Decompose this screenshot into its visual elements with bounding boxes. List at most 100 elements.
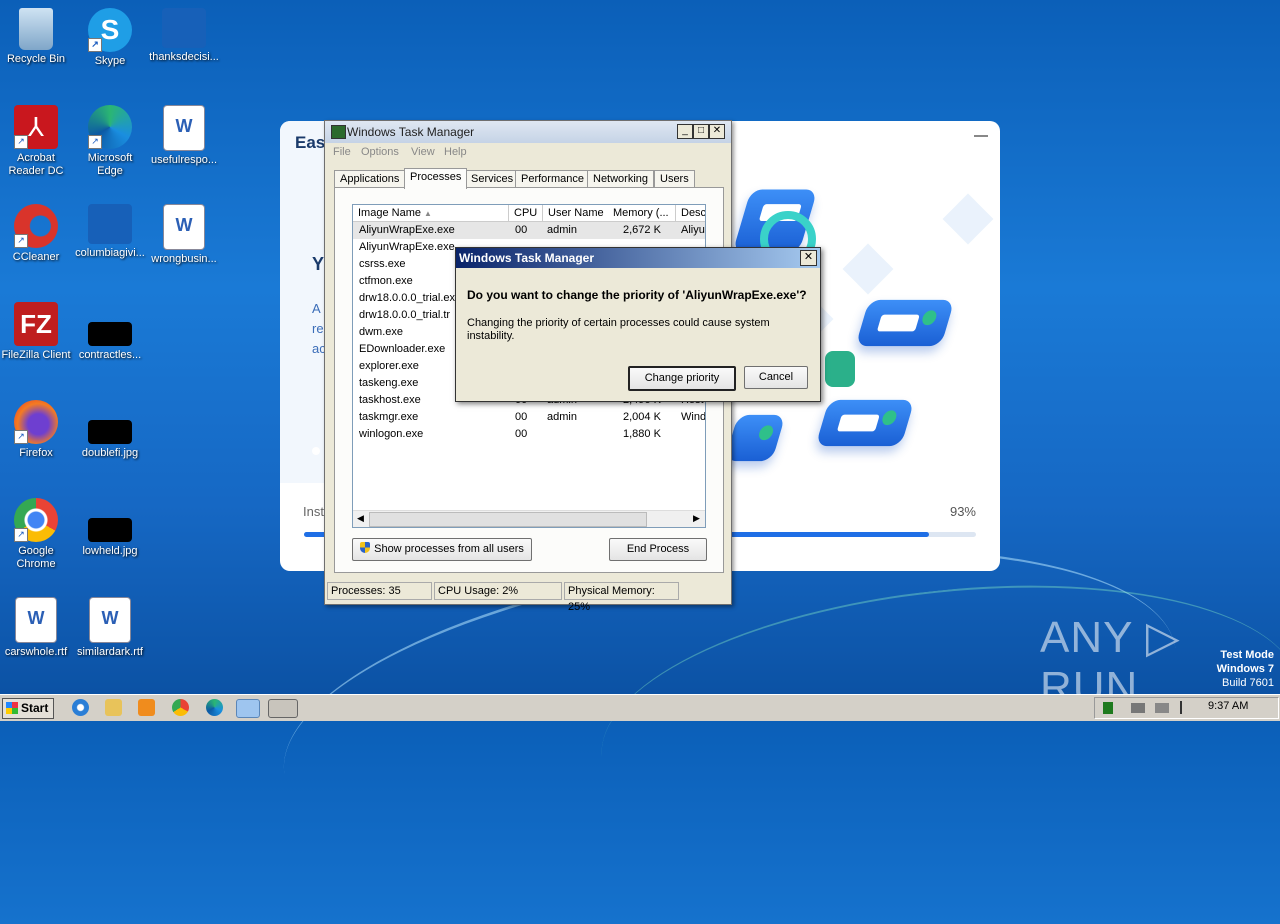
- task-manager-titlebar[interactable]: Windows Task Manager _ □ ✕: [325, 121, 731, 143]
- tab-networking[interactable]: Networking: [587, 170, 655, 188]
- cell-mem: 2,004 K: [623, 411, 661, 423]
- cell-name: AliyunWrapExe.exe: [359, 224, 455, 236]
- desktop-icon-recycle-bin[interactable]: Recycle Bin: [0, 8, 72, 66]
- desktop-icon-filezilla[interactable]: FZ FileZilla Client: [0, 302, 72, 362]
- tab-users[interactable]: Users: [654, 170, 695, 188]
- status-bar: Processes: 35 CPU Usage: 2% Physical Mem…: [327, 582, 727, 613]
- menu-view[interactable]: View: [411, 146, 435, 158]
- illustration-tile: [724, 414, 786, 462]
- tab-applications[interactable]: Applications: [334, 170, 406, 188]
- cell-name: ctfmon.exe: [359, 275, 413, 287]
- cancel-button[interactable]: Cancel: [744, 366, 808, 389]
- test-mode-text: Test Mode Windows 7 Build 7601: [1216, 649, 1274, 689]
- desktop-icon-contractles[interactable]: contractles...: [74, 302, 146, 362]
- acrobat-icon: ⅄ ↗: [14, 105, 58, 149]
- cell-user: admin: [547, 411, 577, 423]
- cell-mem: 1,880 K: [623, 428, 661, 440]
- desktop-icon-columbiagivi[interactable]: columbiagivi...: [74, 204, 146, 260]
- cell-name: AliyunWrapExe.exe: [359, 241, 455, 253]
- desktop-icon-skype[interactable]: S ↗ Skype: [74, 8, 146, 68]
- skype-icon: S ↗: [88, 8, 132, 52]
- table-row[interactable]: taskmgr.exe 00 admin 2,004 K Wind: [353, 409, 705, 426]
- taskbar: Start 9:37 AM: [0, 694, 1280, 721]
- image-file-icon: [88, 420, 132, 444]
- desktop-icon-wrongbusin[interactable]: W wrongbusin...: [148, 204, 220, 266]
- tray-app-icon[interactable]: [1103, 702, 1113, 714]
- desktop-icon-similardark[interactable]: W similardark.rtf: [74, 597, 146, 659]
- column-memory[interactable]: Memory (...: [608, 205, 676, 222]
- chrome-icon: ↗: [14, 498, 58, 542]
- tab-services[interactable]: Services: [465, 170, 520, 188]
- column-image-name[interactable]: Image Name ▲: [353, 205, 509, 222]
- image-file-icon: [88, 518, 132, 542]
- shortcut-arrow-icon: ↗: [14, 528, 28, 542]
- table-row[interactable]: AliyunWrapExe.exe 00 admin 2,672 K Aliyu: [353, 222, 705, 239]
- action-center-flag-icon[interactable]: [1180, 701, 1194, 714]
- desktop-icon-chrome[interactable]: ↗ Google Chrome: [0, 498, 72, 571]
- desktop-icon-carswhole[interactable]: W carswhole.rtf: [0, 597, 72, 659]
- column-user-name[interactable]: User Name: [543, 205, 609, 222]
- task-manager-taskbar-icon[interactable]: [268, 699, 298, 718]
- tab-processes[interactable]: Processes: [404, 168, 468, 189]
- start-button[interactable]: Start: [2, 698, 54, 719]
- desktop-icon-ccleaner[interactable]: ↗ CCleaner: [0, 204, 72, 264]
- scroll-right-icon[interactable]: ▶: [693, 513, 700, 524]
- desktop-icon-thanksdecisi[interactable]: thanksdecisi...: [148, 8, 220, 64]
- carousel-dot[interactable]: [312, 447, 320, 455]
- shortcut-arrow-icon: ↗: [14, 234, 28, 248]
- filezilla-icon: FZ: [14, 302, 58, 346]
- minimize-icon[interactable]: [974, 135, 988, 137]
- maximize-button[interactable]: □: [693, 124, 709, 139]
- installer-taskbar-icon[interactable]: [236, 699, 260, 718]
- cell-name: explorer.exe: [359, 360, 419, 372]
- end-process-button[interactable]: End Process: [609, 538, 707, 561]
- task-manager-icon: [331, 125, 346, 139]
- scroll-left-icon[interactable]: ◀: [357, 513, 364, 524]
- menu-help[interactable]: Help: [444, 146, 467, 158]
- cell-name: csrss.exe: [359, 258, 406, 270]
- network-icon[interactable]: [1155, 703, 1169, 713]
- desktop-icon-edge[interactable]: ↗ Microsoft Edge: [74, 105, 146, 178]
- shield-icon: [825, 351, 855, 387]
- show-all-processes-button[interactable]: Show processes from all users: [352, 538, 532, 561]
- column-cpu[interactable]: CPU: [509, 205, 543, 222]
- status-processes: Processes: 35: [327, 582, 432, 600]
- menu-bar: File Options View Help: [325, 143, 731, 161]
- dialog-close-icon[interactable]: ✕: [800, 250, 817, 266]
- dialog-titlebar[interactable]: Windows Task Manager ✕: [456, 248, 820, 268]
- column-description[interactable]: Desc: [676, 205, 705, 222]
- shortcut-arrow-icon: ↗: [14, 430, 28, 444]
- explorer-icon[interactable]: [105, 699, 122, 716]
- ie-icon[interactable]: [72, 699, 89, 716]
- desktop-icon-doublefi[interactable]: doublefi.jpg: [74, 400, 146, 460]
- installer-brand: Eas: [295, 133, 326, 152]
- menu-file[interactable]: File: [333, 146, 351, 158]
- tab-performance[interactable]: Performance: [515, 170, 590, 188]
- dialog-message: Changing the priority of certain process…: [467, 317, 770, 342]
- horizontal-scrollbar[interactable]: ◀ ▶: [353, 510, 705, 527]
- cell-cpu: 00: [515, 428, 528, 440]
- desktop-icon-usefulrespo[interactable]: W usefulrespo...: [148, 105, 220, 167]
- minimize-button[interactable]: _: [677, 124, 693, 139]
- cell-name: drw18.0.0.0_trial.tr: [359, 309, 451, 321]
- edge-icon[interactable]: [206, 699, 223, 716]
- ccleaner-icon: ↗: [14, 204, 58, 248]
- desktop-icon-acrobat[interactable]: ⅄ ↗ Acrobat Reader DC: [0, 105, 72, 178]
- change-priority-button[interactable]: Change priority: [628, 366, 736, 391]
- installer-heading: Y: [312, 254, 325, 274]
- cell-name: taskhost.exe: [359, 394, 421, 406]
- menu-options[interactable]: Options: [361, 146, 399, 158]
- dialog-question: Do you want to change the priority of 'A…: [467, 288, 807, 302]
- desktop-icon-lowheld[interactable]: lowheld.jpg: [74, 498, 146, 558]
- desktop-icon-firefox[interactable]: ↗ Firefox: [0, 400, 72, 460]
- install-percent: 93%: [949, 504, 976, 519]
- table-row[interactable]: winlogon.exe 00 1,880 K: [353, 426, 705, 443]
- scroll-thumb[interactable]: [369, 512, 647, 527]
- taskbar-clock[interactable]: 9:37 AM: [1208, 700, 1248, 712]
- word-document-icon: W: [163, 105, 205, 151]
- chrome-icon[interactable]: [172, 699, 189, 716]
- windows-logo-icon: [6, 702, 18, 714]
- close-button[interactable]: ✕: [709, 124, 725, 139]
- network-icon[interactable]: [1131, 703, 1145, 713]
- media-player-icon[interactable]: [138, 699, 155, 716]
